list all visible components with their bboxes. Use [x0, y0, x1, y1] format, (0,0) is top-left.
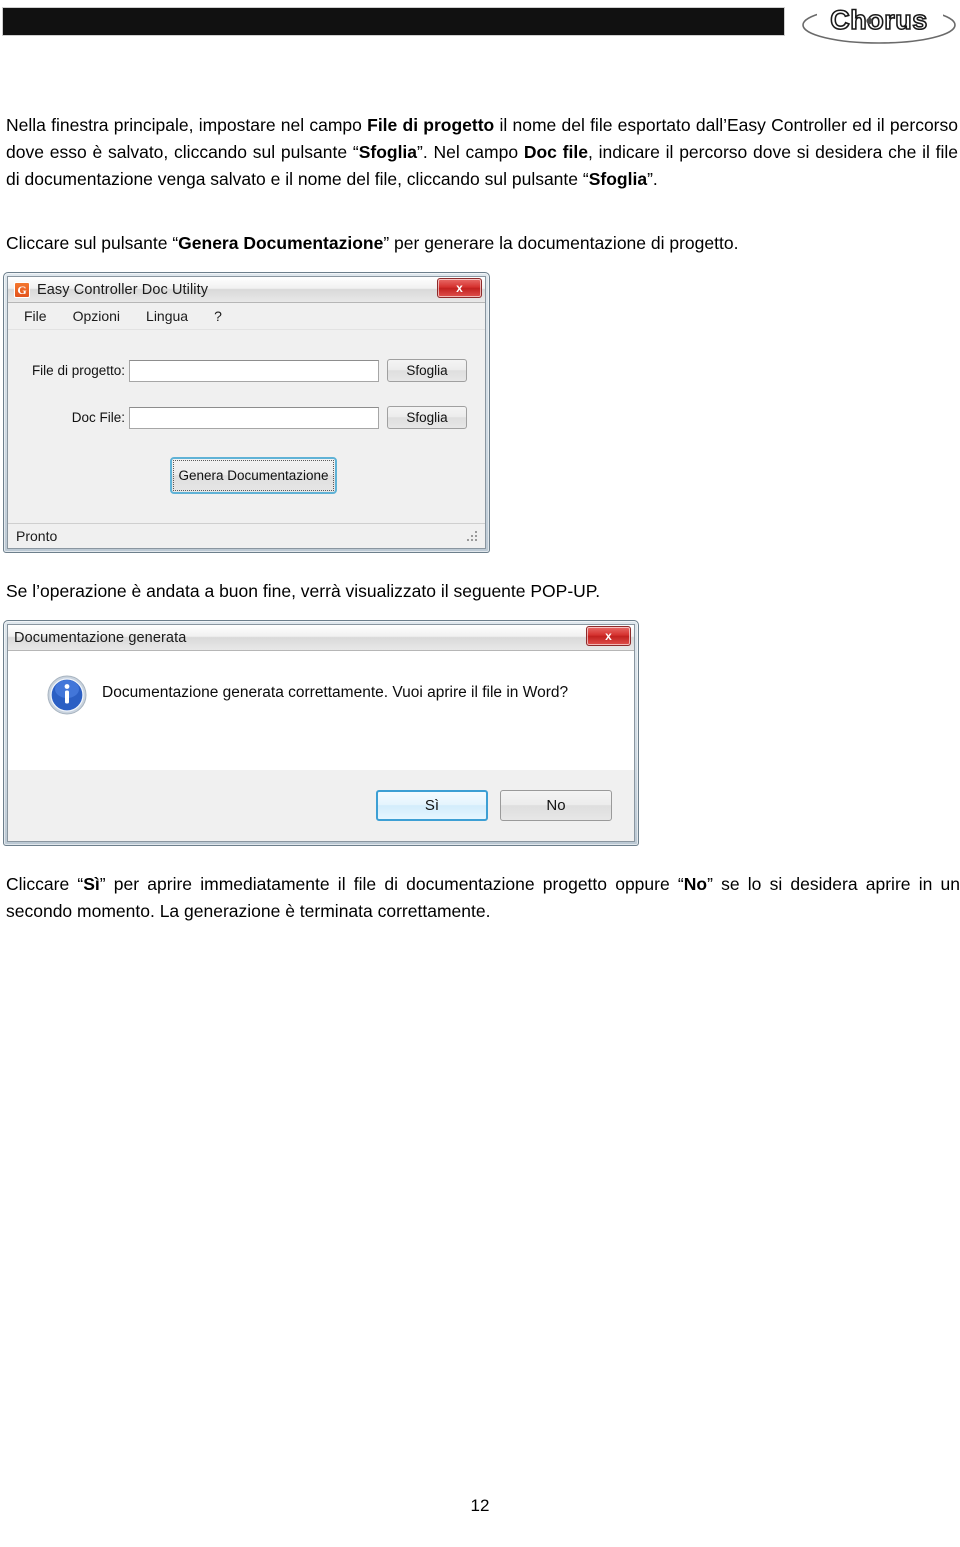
p4-text-a: Cliccare “	[6, 874, 84, 894]
paragraph-instructions-3: Se l’operazione è andata a buon fine, ve…	[6, 578, 958, 605]
generate-documentation-button[interactable]: Genera Documentazione	[170, 457, 337, 494]
documentazione-generata-dialog: Documentazione generata x Documentazione…	[3, 620, 639, 846]
generate-documentation-label: Genera Documentazione	[178, 468, 329, 483]
page-number: 12	[470, 1496, 490, 1515]
p2-text-a: Cliccare sul pulsante “	[6, 233, 179, 253]
svg-text:Chorus: Chorus	[830, 5, 928, 35]
paragraph-instructions-4: Cliccare “Sì” per aprire immediatamente …	[6, 871, 960, 925]
p1-bold-doc-file: Doc file	[523, 142, 588, 162]
popup-titlebar: Documentazione generata x	[8, 625, 634, 651]
menu-item-opzioni[interactable]: Opzioni	[73, 308, 120, 324]
info-icon	[47, 675, 87, 715]
doc-file-input[interactable]	[129, 406, 379, 429]
header-black-band	[2, 7, 785, 36]
status-bar: Pronto	[8, 523, 485, 548]
paragraph-instructions-1: Nella finestra principale, impostare nel…	[6, 112, 958, 193]
form-area: File di progetto: Sfoglia Doc File: Sfog…	[8, 330, 485, 520]
popup-title: Documentazione generata	[14, 629, 187, 646]
popup-message: Documentazione generata correttamente. V…	[102, 684, 569, 701]
chorus-logo: Chorus	[795, 2, 960, 48]
p3-text: Se l’operazione è andata a buon fine, ve…	[6, 581, 601, 601]
menu-item-lingua[interactable]: Lingua	[146, 308, 188, 324]
menu-item-help[interactable]: ?	[214, 308, 222, 324]
close-icon[interactable]: x	[437, 278, 482, 298]
popup-inner-frame: Documentazione generata x Documentazione…	[7, 624, 635, 842]
app-icon-g: G	[14, 281, 30, 298]
p1-bold-file-di-progetto: File di progetto	[367, 115, 495, 135]
p4-bold-si: Sì	[83, 874, 100, 894]
p2-text-c: ” per generare la documentazione di prog…	[383, 233, 739, 253]
popup-body: Documentazione generata correttamente. V…	[8, 651, 634, 771]
project-file-input[interactable]	[129, 359, 379, 382]
popup-footer: Sì No	[8, 770, 634, 841]
project-file-row: File di progetto: Sfoglia	[8, 359, 485, 382]
no-button[interactable]: No	[500, 790, 612, 821]
doc-file-row: Doc File: Sfoglia	[8, 406, 485, 429]
window-inner-frame: G Easy Controller Doc Utility x File Opz…	[7, 276, 486, 549]
doc-file-label: Doc File:	[71, 410, 125, 425]
p1-text-a: Nella finestra principale, impostare nel…	[6, 115, 368, 135]
paragraph-instructions-2: Cliccare sul pulsante “Genera Documentaz…	[6, 230, 958, 257]
p4-text-c: ” per aprire immediatamente il file di d…	[99, 874, 684, 894]
menu-item-file[interactable]: File	[24, 308, 47, 324]
p2-bold-genera-documentazione: Genera Documentazione	[178, 233, 384, 253]
project-file-browse-button[interactable]: Sfoglia	[387, 359, 467, 382]
p4-bold-no: No	[683, 874, 708, 894]
p1-bold-sfoglia-2: Sfoglia	[588, 169, 648, 189]
yes-button[interactable]: Sì	[376, 790, 488, 821]
p1-text-d: ”. Nel campo	[417, 142, 524, 162]
easy-controller-doc-utility-window: G Easy Controller Doc Utility x File Opz…	[3, 272, 490, 553]
close-icon[interactable]: x	[586, 626, 631, 646]
status-text: Pronto	[16, 528, 58, 544]
p1-text-f: ”.	[647, 169, 658, 189]
p1-bold-sfoglia-1: Sfoglia	[358, 142, 418, 162]
project-file-label: File di progetto:	[31, 363, 125, 378]
doc-file-browse-button[interactable]: Sfoglia	[387, 406, 467, 429]
menu-bar: File Opzioni Lingua ?	[8, 303, 485, 330]
resize-grip-handle[interactable]	[466, 530, 479, 543]
window-title: Easy Controller Doc Utility	[37, 281, 209, 298]
titlebar: G Easy Controller Doc Utility x	[8, 277, 485, 303]
